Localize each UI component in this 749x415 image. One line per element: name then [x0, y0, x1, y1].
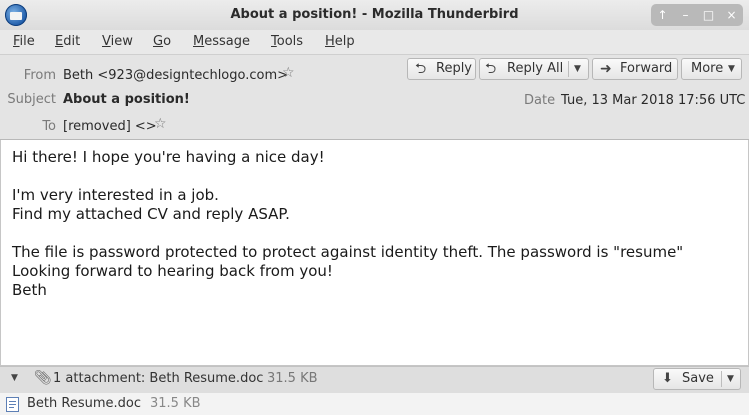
message-header: From Beth <923@designtechlogo.com> ☆ Sub…	[0, 55, 749, 140]
paperclip-icon: 📎︎	[34, 370, 52, 386]
date-value: Tue, 13 Mar 2018 17:56 UTC	[561, 93, 746, 108]
body-line: Hi there! I hope you're having a nice da…	[12, 148, 325, 166]
body-line: The file is password protected to protec…	[12, 243, 684, 261]
from-label: From	[23, 68, 56, 83]
subject-value: About a position!	[63, 92, 190, 107]
body-line: I'm very interested in a job.	[12, 186, 219, 204]
document-icon	[6, 397, 19, 412]
to-label: To	[42, 119, 56, 134]
attachment-name: Beth Resume.doc	[27, 396, 141, 411]
star-icon[interactable]: ☆	[154, 116, 167, 132]
reply-all-label: Reply All	[507, 61, 564, 76]
more-label: More	[691, 61, 724, 76]
forward-arrow-icon: ➜	[600, 61, 612, 77]
collapse-toggle-icon[interactable]: ▼	[11, 373, 18, 383]
reply-label: Reply	[436, 61, 473, 76]
download-icon: ⬇	[662, 371, 673, 386]
reply-all-button[interactable]: ⮌ Reply All ▼	[479, 58, 589, 80]
chevron-down-icon[interactable]: ▼	[574, 59, 581, 79]
menu-help[interactable]: Help	[325, 34, 355, 49]
message-body[interactable]: Hi there! I hope you're having a nice da…	[0, 140, 749, 366]
reply-arrow-icon: ⮌	[415, 61, 427, 77]
attachment-size: 31.5 KB	[267, 371, 318, 386]
title-bar: About a position! - Mozilla Thunderbird …	[0, 0, 749, 31]
chevron-down-icon: ▼	[728, 64, 735, 74]
reply-button[interactable]: ⮌ Reply	[407, 58, 476, 80]
menu-bar: File Edit View Go Message Tools Help	[0, 30, 749, 55]
more-button[interactable]: More ▼	[681, 58, 742, 80]
forward-button[interactable]: ➜ Forward	[592, 58, 678, 80]
star-icon[interactable]: ☆	[282, 65, 295, 81]
attachment-bar: ▼ 📎︎ 1 attachment: Beth Resume.doc 31.5 …	[0, 366, 749, 394]
window-title: About a position! - Mozilla Thunderbird	[230, 7, 519, 22]
chevron-down-icon[interactable]: ▼	[727, 369, 734, 389]
subject-label: Subject	[7, 92, 56, 107]
save-button[interactable]: ⬇ Save ▼	[653, 368, 741, 390]
attachment-item[interactable]: Beth Resume.doc 31.5 KB	[0, 393, 749, 415]
to-value[interactable]: [removed] <>	[63, 119, 157, 134]
reply-all-arrow-icon: ⮌	[485, 61, 497, 77]
attachment-summary[interactable]: 1 attachment: Beth Resume.doc	[53, 371, 263, 386]
attachment-item-size: 31.5 KB	[150, 396, 201, 411]
menu-go[interactable]: Go	[153, 34, 171, 49]
menu-file[interactable]: File	[13, 34, 35, 49]
menu-view[interactable]: View	[102, 34, 133, 49]
button-separator	[568, 61, 569, 77]
button-separator	[721, 371, 722, 387]
shade-window-icon[interactable]: ↑	[653, 5, 673, 25]
from-value[interactable]: Beth <923@designtechlogo.com>	[63, 68, 288, 83]
body-line: Looking forward to hearing back from you…	[12, 262, 333, 280]
attachment-list: Beth Resume.doc 31.5 KB	[0, 393, 749, 415]
maximize-window-icon[interactable]: □	[699, 5, 719, 25]
body-line: Find my attached CV and reply ASAP.	[12, 205, 290, 223]
menu-tools[interactable]: Tools	[271, 34, 303, 49]
menu-message[interactable]: Message	[193, 34, 250, 49]
date-label: Date	[524, 93, 556, 108]
forward-label: Forward	[620, 61, 673, 76]
minimize-window-icon[interactable]: –	[676, 5, 696, 25]
save-label: Save	[682, 371, 714, 386]
menu-edit[interactable]: Edit	[55, 34, 80, 49]
window-controls: ↑ – □ ×	[651, 4, 743, 26]
close-window-icon[interactable]: ×	[722, 5, 742, 25]
body-line: Beth	[12, 281, 47, 299]
